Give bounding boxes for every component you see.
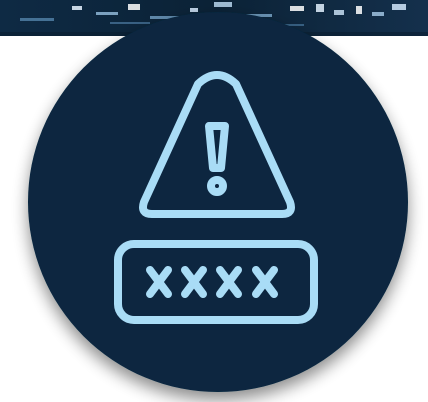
warning-badge: [0, 0, 428, 402]
warning-badge-art: [28, 12, 408, 392]
badge-circle: [28, 12, 408, 392]
illustration-canvas: [0, 0, 428, 402]
